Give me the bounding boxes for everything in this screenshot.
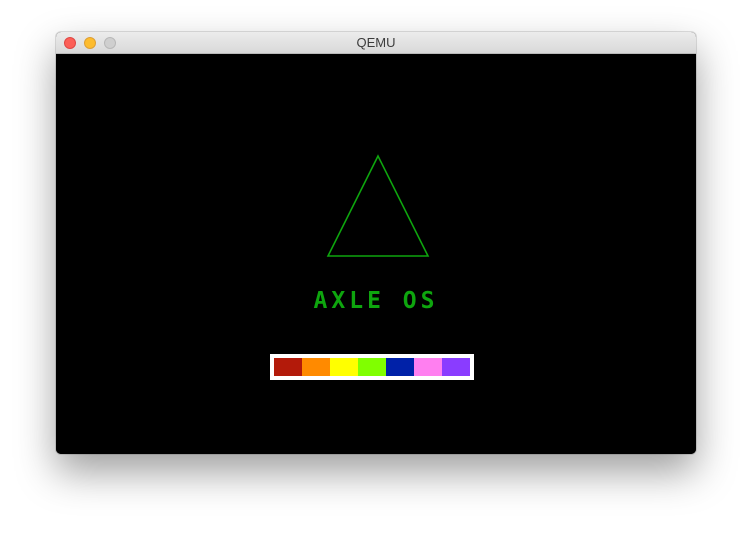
- triangle-outline: [326, 154, 430, 257]
- window-title: QEMU: [356, 35, 396, 50]
- palette-swatch-2: [302, 358, 330, 376]
- palette-swatch-1: [274, 358, 302, 376]
- palette-swatch-5: [386, 358, 414, 376]
- color-palette: [270, 354, 474, 380]
- os-name-text: AXLE OS: [313, 288, 439, 314]
- palette-swatch-4: [358, 358, 386, 376]
- palette-swatch-6: [414, 358, 442, 376]
- qemu-window: QEMU AXLE OS: [56, 32, 696, 454]
- triangle-logo-icon: [326, 154, 430, 257]
- vm-display[interactable]: AXLE OS: [56, 54, 696, 454]
- title-bar[interactable]: QEMU: [56, 32, 696, 54]
- palette-swatch-7: [442, 358, 470, 376]
- palette-swatch-3: [330, 358, 358, 376]
